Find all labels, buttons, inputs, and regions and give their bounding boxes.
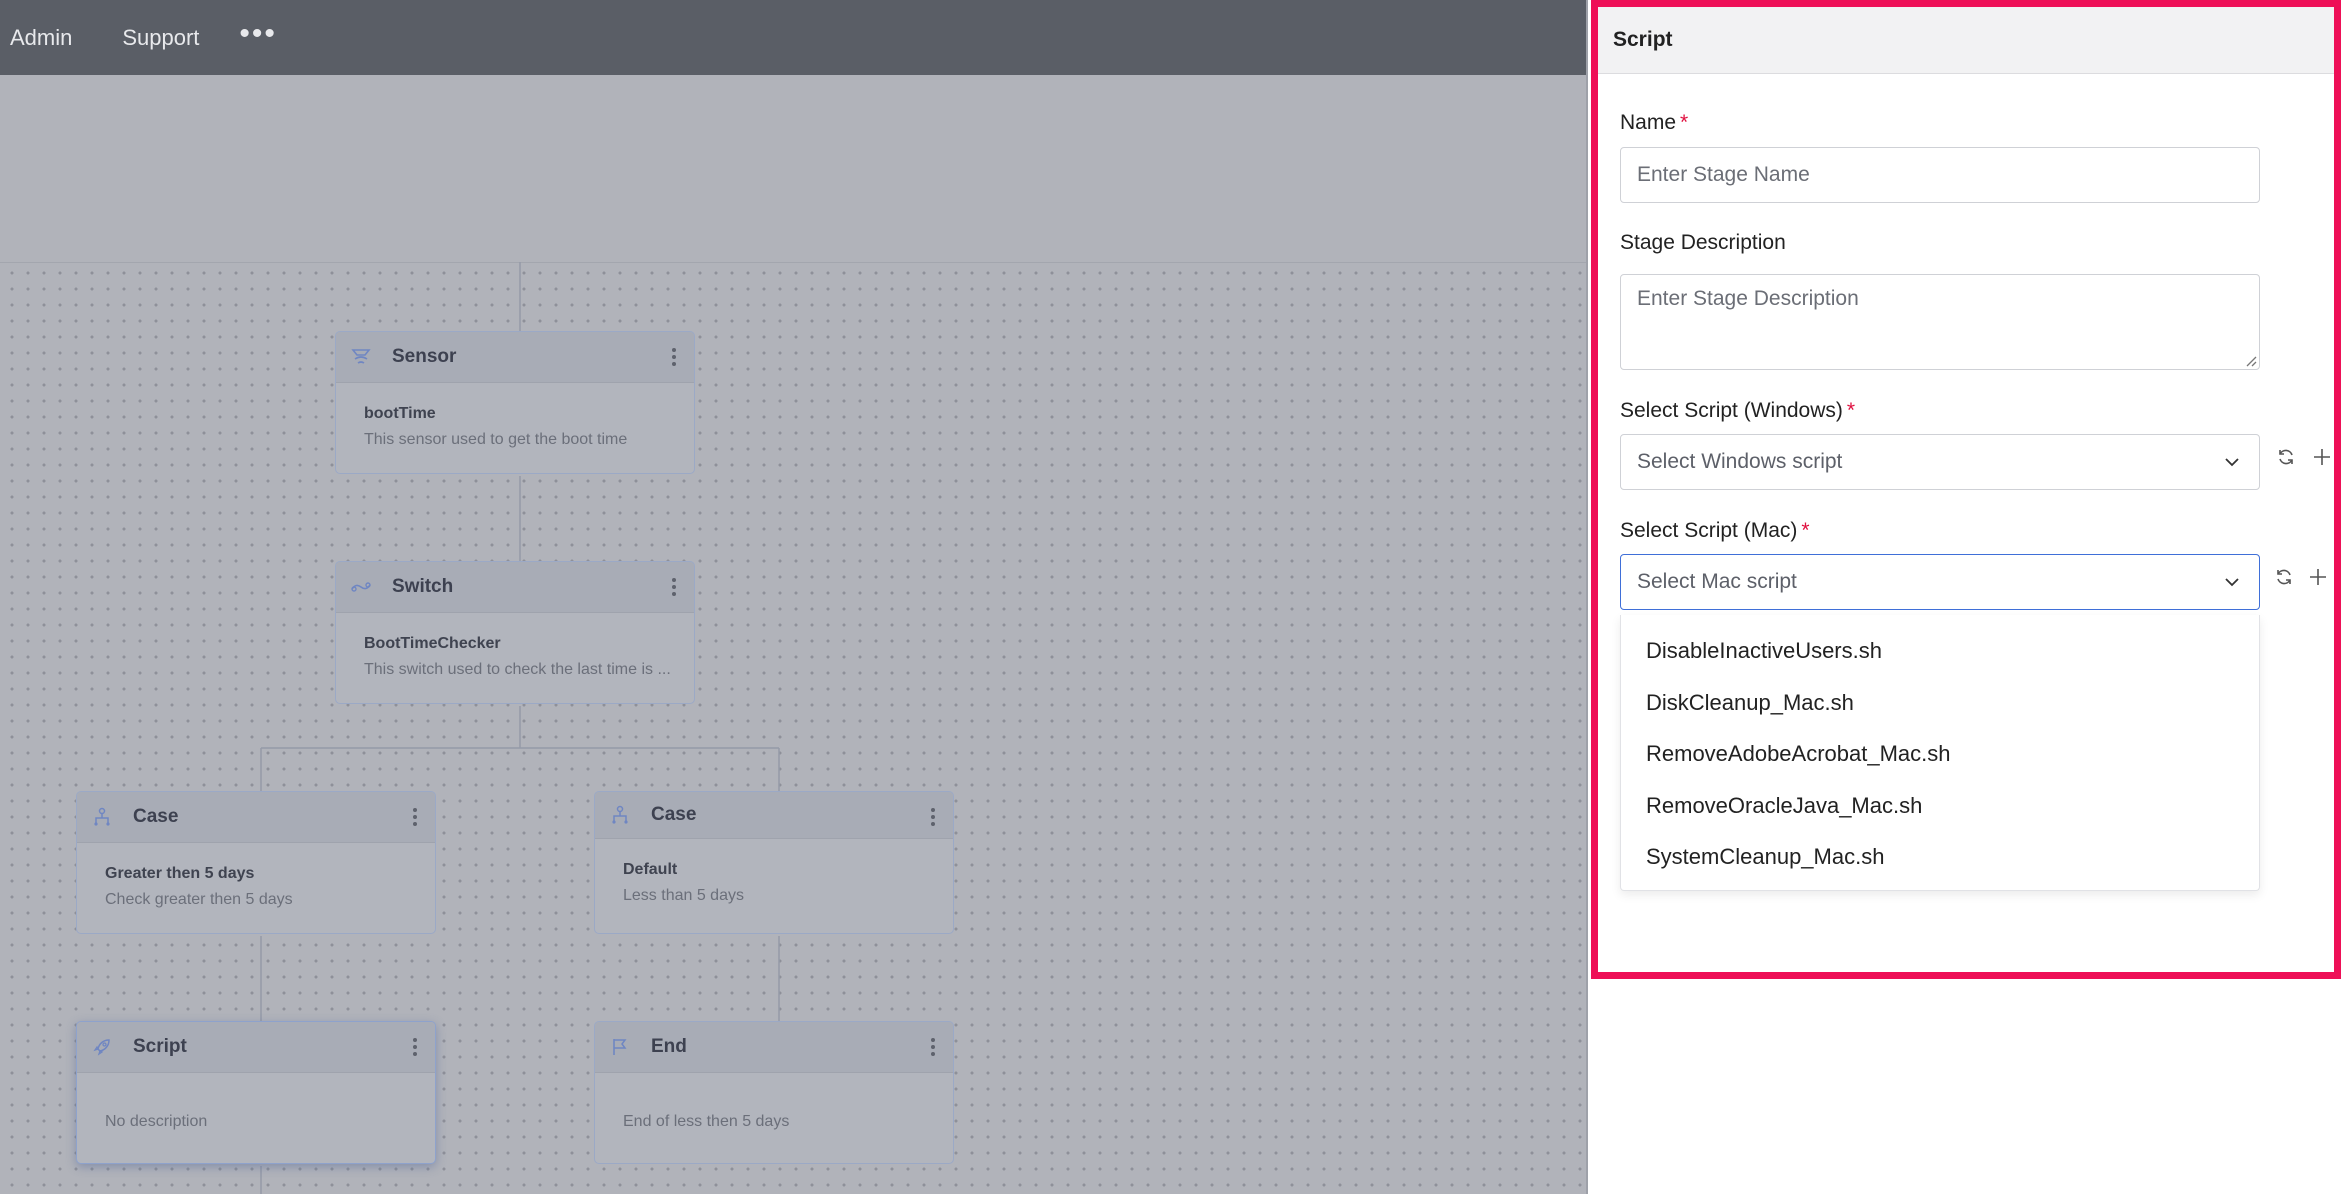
workflow-connectors: [260, 262, 780, 1194]
windows-script-label: Select Script (Windows) *: [1620, 399, 1855, 423]
refresh-icon[interactable]: [2273, 566, 2295, 588]
required-marker: *: [1680, 111, 1689, 134]
add-icon[interactable]: [2307, 566, 2329, 588]
node-description: End of less then 5 days: [623, 1113, 790, 1130]
node-subtitle: bootTime: [364, 405, 436, 422]
node-subtitle: Default: [623, 861, 678, 878]
node-title: End: [651, 1036, 687, 1057]
switch-icon: [350, 576, 372, 598]
panel-header: Script: [1598, 7, 2334, 74]
node-header: Script: [77, 1022, 435, 1073]
canvas-divider: [1586, 0, 1588, 1194]
workflow-node-case-default[interactable]: Case Default Less than 5 days: [594, 791, 954, 934]
stage-description-label: Stage Description: [1620, 231, 1786, 254]
node-title: Case: [133, 806, 179, 827]
node-header: Sensor: [336, 332, 694, 383]
sensor-icon: [350, 346, 372, 368]
required-marker: *: [1846, 399, 1856, 422]
kebab-menu-icon[interactable]: [672, 578, 676, 599]
workflow-node-sensor[interactable]: Sensor bootTime This sensor used to get …: [335, 331, 695, 474]
node-description: This sensor used to get the boot time: [364, 431, 628, 448]
node-description: Less than 5 days: [623, 887, 744, 904]
mac-script-label-text: Select Script (Mac): [1620, 519, 1798, 542]
case-icon: [609, 804, 631, 826]
name-label: Name *: [1620, 111, 1688, 135]
node-title: Case: [651, 804, 697, 825]
case-icon: [91, 806, 113, 828]
stage-description-textarea[interactable]: Enter Stage Description: [1620, 274, 2260, 370]
chevron-down-icon: [2225, 458, 2239, 467]
node-header: End: [595, 1022, 953, 1073]
workflow-node-switch[interactable]: Switch BootTimeChecker This switch used …: [335, 561, 695, 704]
node-body: Greater then 5 days Check greater then 5…: [77, 843, 435, 909]
kebab-menu-icon[interactable]: [413, 1038, 417, 1059]
windows-script-select[interactable]: Select Windows script: [1620, 434, 2260, 490]
node-title: Switch: [392, 576, 454, 597]
node-title: Script: [133, 1036, 187, 1057]
node-subtitle: Greater then 5 days: [105, 865, 255, 882]
workflow-node-case-greater[interactable]: Case Greater then 5 days Check greater t…: [76, 791, 436, 934]
node-body: Default Less than 5 days: [595, 839, 953, 905]
stage-name-input[interactable]: Enter Stage Name: [1620, 147, 2260, 203]
add-icon[interactable]: [2311, 446, 2333, 468]
node-body: BootTimeChecker This switch used to chec…: [336, 613, 694, 679]
stage-name-placeholder: Enter Stage Name: [1637, 163, 1810, 186]
rocket-icon: [91, 1036, 113, 1058]
mac-script-placeholder: Select Mac script: [1637, 570, 1797, 593]
node-body: No description: [77, 1073, 435, 1131]
node-description: Check greater then 5 days: [105, 891, 293, 908]
panel-title: Script: [1613, 28, 1673, 51]
flag-icon: [609, 1036, 631, 1058]
dropdown-option[interactable]: SystemCleanup_Mac.sh: [1621, 831, 2259, 883]
script-stage-panel: Script Name * Enter Stage Name Stage Desc…: [1591, 0, 2341, 979]
dropdown-option[interactable]: RemoveAdobeAcrobat_Mac.sh: [1621, 728, 2259, 780]
node-header: Case: [595, 792, 953, 839]
kebab-menu-icon[interactable]: [672, 348, 676, 369]
node-header: Switch: [336, 562, 694, 613]
windows-script-placeholder: Select Windows script: [1637, 450, 1843, 473]
chevron-down-icon: [2225, 578, 2239, 587]
kebab-menu-icon[interactable]: [931, 808, 935, 829]
refresh-icon[interactable]: [2275, 446, 2297, 468]
mac-script-select[interactable]: Select Mac script: [1620, 554, 2260, 610]
node-description: This switch used to check the last time …: [364, 661, 671, 678]
node-body: bootTime This sensor used to get the boo…: [336, 383, 694, 449]
kebab-menu-icon[interactable]: [413, 808, 417, 829]
node-header: Case: [77, 792, 435, 843]
mac-script-dropdown-menu: DisableInactiveUsers.sh DiskCleanup_Mac.…: [1620, 615, 2260, 891]
name-label-text: Name: [1620, 111, 1677, 134]
dropdown-option[interactable]: RemoveOracleJava_Mac.sh: [1621, 780, 2259, 832]
node-body: End of less then 5 days: [595, 1073, 953, 1131]
kebab-menu-icon[interactable]: [931, 1038, 935, 1059]
resize-grip-icon[interactable]: [2243, 353, 2257, 367]
stage-description-placeholder: Enter Stage Description: [1637, 287, 1859, 310]
node-subtitle: BootTimeChecker: [364, 635, 501, 652]
node-title: Sensor: [392, 346, 457, 367]
workflow-node-script[interactable]: Script No description: [76, 1021, 436, 1164]
workflow-node-end[interactable]: End End of less then 5 days: [594, 1021, 954, 1164]
dropdown-option[interactable]: DisableInactiveUsers.sh: [1621, 625, 2259, 677]
dropdown-option[interactable]: DiskCleanup_Mac.sh: [1621, 677, 2259, 729]
mac-script-label: Select Script (Mac) *: [1620, 519, 1810, 543]
node-description: No description: [105, 1113, 208, 1130]
windows-script-label-text: Select Script (Windows): [1620, 399, 1843, 422]
required-marker: *: [1801, 519, 1810, 542]
